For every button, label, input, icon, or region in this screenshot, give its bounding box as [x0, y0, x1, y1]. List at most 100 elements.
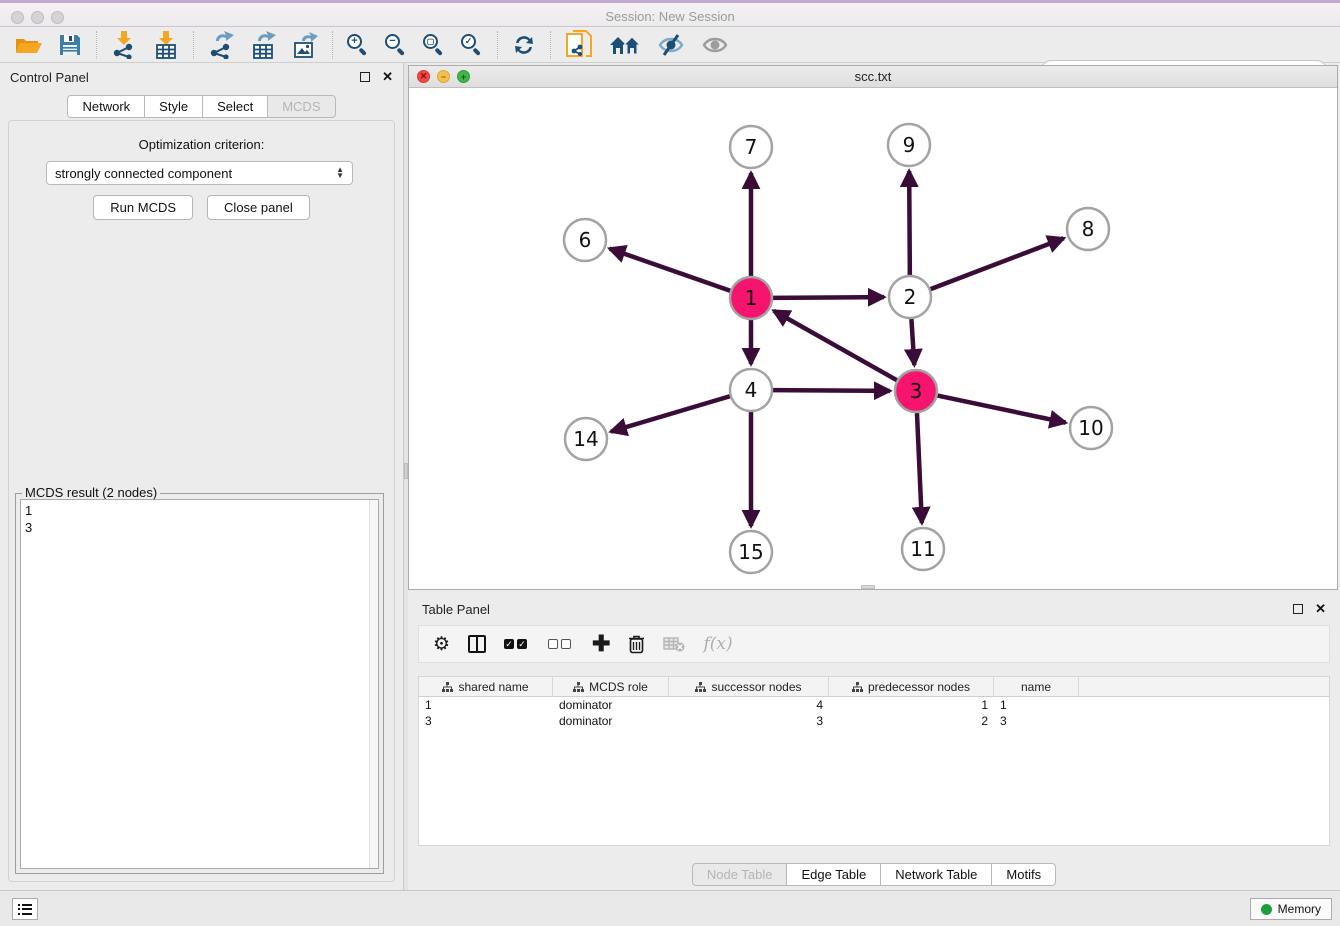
delete-table-button[interactable] — [663, 636, 685, 652]
cell-mcds-role[interactable]: dominator — [553, 713, 669, 729]
zoom-fit-button[interactable]: ▢ — [415, 29, 453, 61]
tab-style[interactable]: Style — [144, 95, 203, 118]
graph-edge-2-3[interactable] — [911, 319, 914, 365]
network-file-icon — [565, 30, 593, 60]
tab-network-table[interactable]: Network Table — [880, 863, 992, 886]
export-network-icon — [208, 31, 234, 59]
show-all-button[interactable] — [693, 29, 737, 61]
cell-shared-name[interactable]: 1 — [419, 697, 553, 713]
export-image-button[interactable] — [284, 29, 326, 61]
zoom-out-button[interactable]: − — [377, 29, 415, 61]
graph-edge-3-1[interactable] — [774, 311, 897, 380]
save-session-button[interactable] — [50, 29, 90, 61]
column-header-name[interactable]: name — [994, 677, 1079, 697]
graph-edge-2-8[interactable] — [931, 238, 1064, 289]
graph-node-label-2: 2 — [904, 285, 917, 309]
mcds-panel-body: Optimization criterion: strongly connect… — [8, 120, 395, 882]
mcds-result-scrollbar[interactable] — [369, 500, 378, 868]
zoom-selected-icon: ✓ — [461, 34, 483, 56]
select-all-columns-button[interactable]: ✓✓ — [504, 639, 530, 649]
cell-mcds-role[interactable]: dominator — [553, 697, 669, 713]
zoom-selected-button[interactable]: ✓ — [453, 29, 491, 61]
column-header-predecessor-nodes[interactable]: predecessor nodes — [829, 677, 994, 697]
table-settings-button[interactable]: ⚙ — [433, 633, 450, 656]
network-from-file-button[interactable] — [557, 29, 601, 61]
cell-name[interactable]: 1 — [994, 697, 1079, 713]
tab-network[interactable]: Network — [67, 95, 145, 118]
trash-icon — [628, 634, 645, 654]
table-row[interactable]: 1 dominator 4 1 1 — [419, 697, 1329, 713]
graph-node-label-9: 9 — [903, 133, 916, 157]
tab-mcds[interactable]: MCDS — [267, 95, 335, 118]
graph-edge-3-11[interactable] — [917, 413, 922, 523]
column-header-successor-nodes[interactable]: successor nodes — [669, 677, 829, 697]
deselect-all-columns-button[interactable] — [548, 639, 574, 649]
close-panel-button[interactable]: Close panel — [207, 195, 310, 220]
column-header-mcds-role[interactable]: MCDS role — [553, 677, 669, 697]
attribute-type-icon — [442, 682, 453, 693]
cell-successor-nodes[interactable]: 3 — [669, 713, 829, 729]
cell-predecessor-nodes[interactable]: 1 — [829, 697, 994, 713]
cell-name[interactable]: 3 — [994, 713, 1079, 729]
open-session-button[interactable] — [6, 29, 50, 61]
show-columns-button[interactable] — [468, 635, 486, 653]
tab-motifs[interactable]: Motifs — [991, 863, 1056, 886]
status-menu-button[interactable] — [12, 898, 38, 920]
eye-slash-icon — [657, 33, 685, 57]
export-image-icon — [292, 31, 318, 59]
tab-select[interactable]: Select — [202, 95, 268, 118]
graph-edge-1-2[interactable] — [773, 297, 884, 298]
float-table-panel-icon[interactable] — [1293, 604, 1303, 614]
refresh-button[interactable] — [504, 29, 544, 61]
function-builder-button[interactable]: f(x) — [703, 634, 732, 654]
main-toolbar: + − ▢ ✓ — [0, 27, 1340, 63]
checked-box-icon: ✓ — [504, 639, 514, 649]
import-network-button[interactable] — [103, 29, 145, 61]
export-network-button[interactable] — [200, 29, 242, 61]
toolbar-separator — [96, 31, 97, 59]
tab-edge-table[interactable]: Edge Table — [786, 863, 881, 886]
home-button[interactable] — [601, 29, 649, 61]
table-panel-title: Table Panel — [422, 602, 490, 617]
tab-node-table[interactable]: Node Table — [692, 863, 788, 886]
network-resize-grip[interactable] — [861, 585, 875, 589]
cell-shared-name[interactable]: 3 — [419, 713, 553, 729]
network-window-titlebar: ✕ − + scc.txt — [409, 66, 1337, 88]
graph-node-label-7: 7 — [745, 135, 758, 159]
add-column-button[interactable]: ✚ — [592, 631, 610, 657]
memory-button[interactable]: Memory — [1250, 898, 1332, 920]
import-table-button[interactable] — [145, 29, 187, 61]
toolbar-separator — [332, 31, 333, 59]
gear-icon: ⚙ — [433, 633, 450, 656]
table-row[interactable]: 3 dominator 3 2 3 — [419, 713, 1329, 729]
close-panel-icon[interactable]: ✕ — [382, 69, 393, 85]
cell-successor-nodes[interactable]: 4 — [669, 697, 829, 713]
refresh-icon — [512, 33, 536, 57]
list-icon — [18, 904, 32, 915]
plus-icon: ✚ — [592, 631, 610, 657]
column-header-shared-name[interactable]: shared name — [419, 677, 553, 697]
run-mcds-button[interactable]: Run MCDS — [93, 195, 193, 220]
graph-edge-4-14[interactable] — [611, 396, 730, 431]
optimization-criterion-select[interactable]: strongly connected component ▲▼ — [46, 161, 353, 185]
table-panel: Table Panel ✕ ⚙ ✓✓ ✚ — [408, 595, 1340, 888]
mcds-result-text[interactable]: 1 3 — [20, 499, 379, 869]
node-table[interactable]: shared name MCDS role successor nodes pr… — [418, 676, 1330, 846]
toolbar-separator — [193, 31, 194, 59]
graph-edge-2-9[interactable] — [909, 171, 910, 275]
export-table-icon — [250, 31, 276, 59]
table-header-row: shared name MCDS role successor nodes pr… — [419, 677, 1329, 697]
close-table-panel-icon[interactable]: ✕ — [1315, 601, 1326, 617]
mcds-result-group: MCDS result (2 nodes) 1 3 — [15, 493, 384, 874]
export-table-button[interactable] — [242, 29, 284, 61]
graph-edge-4-3[interactable] — [773, 390, 890, 391]
float-panel-icon[interactable] — [360, 72, 370, 82]
cell-predecessor-nodes[interactable]: 2 — [829, 713, 994, 729]
graph-edge-1-6[interactable] — [610, 249, 731, 291]
network-canvas[interactable]: 7968124314101511 — [409, 88, 1337, 589]
delete-column-button[interactable] — [628, 634, 645, 654]
hide-selected-button[interactable] — [649, 29, 693, 61]
houses-icon — [609, 33, 641, 57]
zoom-in-button[interactable]: + — [339, 29, 377, 61]
graph-edge-3-10[interactable] — [938, 396, 1066, 423]
